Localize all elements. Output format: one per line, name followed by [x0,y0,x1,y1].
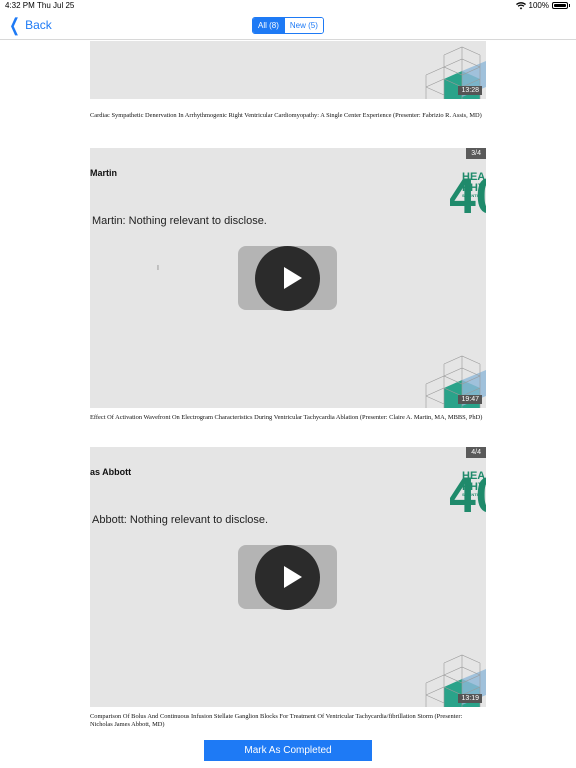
segment-all[interactable]: All (8) [253,18,284,33]
status-date: Thu Jul 25 [37,1,75,10]
video-list[interactable]: 13:28 Cardiac Sympathetic Denervation In… [0,41,576,731]
play-button[interactable] [238,545,337,610]
video-caption: Cardiac Sympathetic Denervation In Arrhy… [90,112,482,119]
speaker-name: Martin [90,168,117,178]
slide-counter: 3/4 [466,148,486,159]
video-caption: Effect Of Activation Wavefront On Electr… [90,414,483,421]
slide-counter: 4/4 [466,447,486,458]
video-duration: 19:47 [458,395,482,404]
back-button[interactable]: ❮ Back [7,15,52,35]
conference-logo: 40 HEA RHY SCIENTIFI [450,161,486,215]
logo-line-3: SCIENTIFI [462,492,481,497]
chevron-left-icon: ❮ [9,15,20,35]
disclosure-text: Martin: Nothing relevant to disclose. [92,215,267,227]
play-button[interactable] [238,246,337,311]
back-label: Back [25,18,52,32]
disclosure-text: Abbott: Nothing relevant to disclose. [92,514,269,526]
text-cursor: I [157,265,159,272]
play-icon [284,566,302,588]
play-icon [284,267,302,289]
speaker-name: as Abbott [90,467,132,477]
status-time: 4:32 PM [5,1,35,10]
video-thumbnail[interactable]: as Abbott Abbott: Nothing relevant to di… [90,447,486,707]
battery-tip [569,4,570,7]
video-duration: 13:19 [458,694,482,703]
conference-logo: 40 HEA RHY SCIENTIFI [450,460,486,514]
filter-segmented-control: All (8) New (5) [252,17,324,34]
video-thumbnail[interactable]: Martin Martin: Nothing relevant to discl… [90,148,486,408]
navigation-bar: ❮ Back All (8) New (5) [0,12,576,40]
wifi-icon [515,1,526,9]
footer-bar: Mark As Completed [0,731,576,768]
video-caption: Comparison Of Bolus And Continuous Infus… [90,713,463,728]
video-thumbnail[interactable]: 13:28 [90,41,486,99]
segment-new[interactable]: New (5) [283,18,323,33]
video-duration: 13:28 [458,86,482,95]
mark-as-completed-button[interactable]: Mark As Completed [204,740,372,761]
battery-percent: 100% [528,1,549,10]
status-right: 100% [515,1,570,10]
logo-line-3: SCIENTIFI [462,193,481,198]
status-bar: 4:32 PM Thu Jul 25 100% [0,0,576,12]
battery-icon [552,2,568,9]
